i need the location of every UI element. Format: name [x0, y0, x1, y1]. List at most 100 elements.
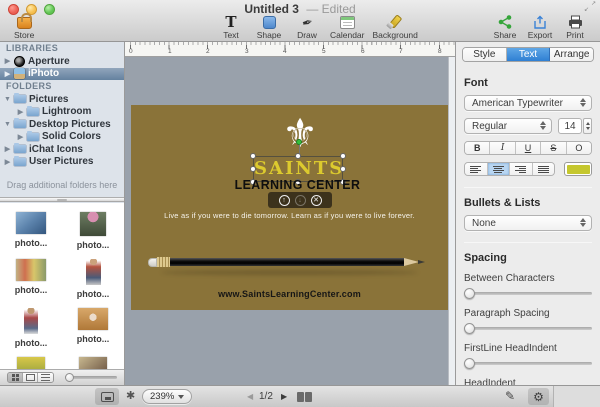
photo-item[interactable]: photo...	[77, 259, 109, 299]
draw-tool-button[interactable]: ✒ Draw	[292, 13, 322, 39]
sidebar-splitter[interactable]	[0, 197, 124, 202]
edit-pen-icon[interactable]: ✎	[505, 389, 515, 403]
popup-arrows-icon	[580, 98, 586, 107]
photo-thumbnail	[79, 357, 107, 369]
pencil-image[interactable]	[148, 256, 425, 268]
selection-handle[interactable]	[340, 153, 346, 159]
align-right-button[interactable]	[510, 163, 533, 175]
slider-knob[interactable]	[464, 323, 475, 334]
tagline-text[interactable]: Live as if you were to die tomorrow. Lea…	[131, 211, 448, 220]
disclosure-triangle-icon[interactable]: ▶	[17, 133, 24, 141]
photo-thumbnail	[16, 259, 46, 281]
photo-item[interactable]: photo...	[15, 212, 47, 250]
background-tool-button[interactable]: Background	[373, 13, 418, 40]
close-overlay-button[interactable]: ✕	[310, 194, 322, 206]
selection-handle[interactable]	[250, 166, 256, 172]
inspector-tabs: Style Text Arrange	[462, 47, 594, 62]
font-style-popup[interactable]: Regular	[464, 118, 552, 134]
status-bar: ✱ 239% ◀ 1/2 ▶ ✎ ⚙	[0, 385, 600, 407]
disclosure-triangle-icon[interactable]: ▶	[4, 57, 11, 65]
paragraph-spacing-label: Paragraph Spacing	[464, 308, 550, 319]
photo-item[interactable]	[17, 357, 45, 369]
photo-item[interactable]: photo...	[15, 308, 47, 348]
paragraph-spacing-slider[interactable]	[464, 323, 592, 334]
underline-button[interactable]: U	[515, 142, 542, 154]
store-button[interactable]: Store	[14, 13, 34, 39]
bold-button[interactable]: B	[465, 142, 491, 154]
slider-knob[interactable]	[65, 373, 75, 382]
selection-handle[interactable]	[295, 153, 301, 159]
bullets-popup[interactable]: None	[464, 215, 592, 231]
align-justify-button[interactable]	[532, 163, 554, 175]
sidebar-item-ichat-icons[interactable]: ▶ iChat Icons	[0, 143, 124, 156]
move-down-button[interactable]: ↓	[294, 194, 306, 206]
detail-view-button[interactable]	[38, 373, 54, 382]
photo-item[interactable]: photo...	[77, 212, 109, 250]
photo-item[interactable]	[79, 357, 107, 369]
asterisk-icon[interactable]: ✱	[126, 389, 135, 402]
calendar-tool-button[interactable]: Calendar	[330, 13, 365, 39]
sidebar-item-pictures[interactable]: ▼ Pictures	[0, 93, 124, 106]
align-left-button[interactable]	[465, 163, 488, 175]
disclosure-triangle-icon[interactable]: ▶	[4, 158, 11, 166]
sidebar-item-user-pictures[interactable]: ▶ User Pictures	[0, 155, 124, 169]
photo-item[interactable]: photo...	[15, 259, 47, 299]
strikethrough-button[interactable]: S	[541, 142, 567, 154]
share-button[interactable]: Share	[492, 13, 518, 39]
align-justify-icon	[537, 165, 549, 173]
outline-button[interactable]: O	[566, 142, 591, 154]
facing-pages-icon[interactable]	[297, 392, 312, 402]
sidebar-item-solid-colors[interactable]: ▶ Solid Colors	[0, 130, 124, 144]
font-size-field[interactable]: 14	[558, 118, 592, 134]
text-color-well[interactable]	[564, 162, 592, 176]
slider-knob[interactable]	[464, 358, 475, 369]
sidebar-item-iphoto[interactable]: ▶ iPhoto	[0, 67, 124, 80]
tab-arrange[interactable]: Arrange	[550, 48, 593, 61]
tab-style[interactable]: Style	[463, 48, 507, 61]
disclosure-triangle-icon[interactable]: ▶	[4, 145, 11, 153]
libraries-header: LIBRARIES	[6, 43, 59, 53]
zoom-level-button[interactable]: 239%	[142, 389, 193, 404]
next-page-button[interactable]: ▶	[281, 392, 287, 401]
logo-subtitle-text[interactable]: LEARNING CENTER	[155, 177, 441, 192]
document-page[interactable]: ⚜ SAINTS LEARNING CENTER ↑ ↓ ✕ Live as i…	[131, 105, 448, 310]
selection-handle[interactable]	[250, 153, 256, 159]
photo-view-controls	[0, 369, 124, 385]
export-button[interactable]: Export	[527, 13, 553, 39]
font-family-popup[interactable]: American Typewriter	[464, 95, 592, 111]
disclosure-triangle-icon[interactable]: ▼	[4, 121, 11, 128]
settings-gear-button[interactable]: ⚙	[528, 388, 549, 405]
size-stepper[interactable]	[583, 118, 592, 134]
disclosure-triangle-icon[interactable]: ▶	[4, 70, 11, 78]
firstline-headindent-slider[interactable]	[464, 358, 592, 369]
thumbnail-size-slider[interactable]	[65, 373, 117, 382]
source-list: LIBRARIES ▶ Aperture ▶ iPhoto FOLDERS ▼ …	[0, 42, 124, 197]
text-tool-button[interactable]: T Text	[216, 13, 246, 40]
toggle-media-panel-button[interactable]	[95, 388, 119, 405]
between-characters-slider[interactable]	[464, 288, 592, 299]
sidebar-item-desktop-pictures[interactable]: ▼ Desktop Pictures	[0, 118, 124, 131]
previous-page-button[interactable]: ◀	[247, 392, 253, 401]
list-view-button[interactable]	[23, 373, 39, 382]
print-button[interactable]: Print	[562, 13, 588, 39]
tab-text[interactable]: Text	[506, 48, 551, 61]
folder-icon	[14, 93, 26, 104]
drag-folders-hint: Drag additional folders here	[6, 180, 118, 190]
selection-handle[interactable]	[340, 166, 346, 172]
shape-tool-button[interactable]: Shape	[254, 13, 284, 39]
sidebar-item-aperture[interactable]: ▶ Aperture	[0, 55, 124, 68]
rotate-handle[interactable]	[296, 139, 302, 145]
disclosure-triangle-icon[interactable]: ▶	[17, 108, 24, 116]
move-up-button[interactable]: ↑	[278, 194, 290, 206]
fullscreen-icon[interactable]: ↗ ↙	[584, 1, 596, 13]
italic-button[interactable]: I	[490, 142, 516, 154]
vertical-scrollbar[interactable]	[448, 57, 455, 385]
grid-view-button[interactable]	[8, 373, 24, 382]
website-text[interactable]: www.SaintsLearningCenter.com	[131, 289, 448, 299]
align-center-button[interactable]	[487, 163, 510, 175]
disclosure-triangle-icon[interactable]: ▼	[4, 96, 11, 103]
photo-item[interactable]: photo...	[77, 308, 109, 348]
photo-thumbnail	[24, 308, 38, 334]
sidebar-item-lightroom[interactable]: ▶ Lightroom	[0, 105, 124, 119]
slider-knob[interactable]	[464, 288, 475, 299]
